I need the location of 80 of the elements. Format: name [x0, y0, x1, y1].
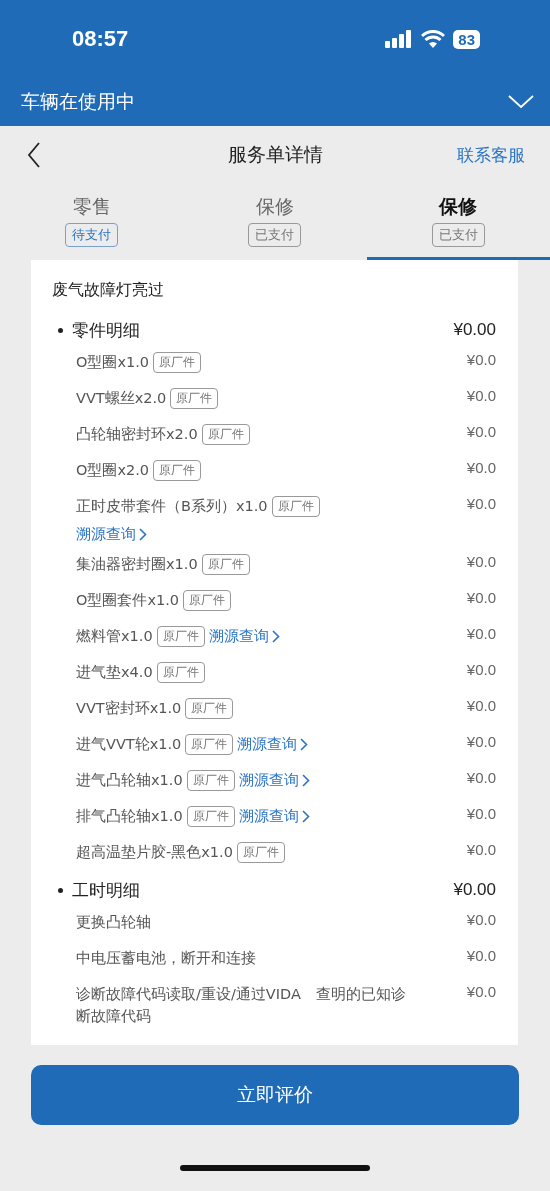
payment-status-badge: 待支付	[65, 223, 119, 247]
payment-status-badge: 已支付	[431, 223, 485, 247]
item-price: ¥0.0	[466, 733, 496, 750]
oem-badge: 原厂件	[153, 459, 202, 481]
oem-badge: 原厂件	[271, 495, 320, 517]
item-price: ¥0.0	[466, 769, 496, 786]
item-name: 更换凸轮轴	[76, 913, 151, 932]
order-tab[interactable]: 零售 待支付	[0, 184, 184, 260]
oem-badge: 原厂件	[186, 769, 235, 791]
item-price: ¥0.0	[466, 351, 496, 368]
item-name: 进气凸轮轴x1.0	[76, 771, 183, 790]
wifi-icon	[421, 30, 446, 48]
item-price: ¥0.0	[466, 661, 496, 678]
status-time: 08:57	[72, 26, 129, 52]
item-price: ¥0.0	[466, 697, 496, 714]
bullet-icon	[58, 327, 63, 333]
section-total: ¥0.00	[453, 320, 496, 340]
item-name: 燃料管x1.0	[76, 627, 153, 646]
chevron-right-icon	[139, 527, 147, 541]
section-title: 零件明细	[72, 318, 140, 342]
item-name: 诊断故障代码读取/重设/通过VIDA 查明的已知诊断故障代码	[76, 985, 406, 1026]
back-icon[interactable]	[27, 142, 41, 168]
item-price: ¥0.0	[466, 841, 496, 858]
item-price: ¥0.0	[466, 911, 496, 928]
contact-service-link[interactable]: 联系客服	[457, 143, 525, 167]
item-name: 进气VVT轮x1.0	[76, 735, 182, 754]
item-name: 超高温垫片胶-黑色x1.0	[76, 843, 233, 862]
oem-badge: 原厂件	[170, 387, 219, 409]
battery-level: 83	[453, 29, 480, 49]
item-name: 排气凸轮轴x1.0	[76, 807, 183, 826]
trace-query-link[interactable]: 溯源查询	[76, 523, 147, 545]
item-name: O型圈x1.0	[76, 353, 150, 372]
bullet-icon	[58, 887, 63, 893]
oem-badge: 原厂件	[156, 625, 205, 647]
item-name: 中电压蓄电池，断开和连接	[76, 949, 256, 968]
item-price: ¥0.0	[466, 459, 496, 476]
item-name: VVT螺丝x2.0	[76, 389, 167, 408]
chevron-right-icon	[301, 773, 310, 787]
chevron-right-icon	[300, 737, 309, 751]
item-price: ¥0.0	[466, 495, 496, 512]
chevron-right-icon	[301, 809, 310, 823]
page-title: 服务单详情	[227, 142, 323, 167]
item-price: ¥0.0	[466, 625, 496, 642]
oem-badge: 原厂件	[185, 697, 234, 719]
item-price: ¥0.0	[466, 947, 496, 964]
item-price: ¥0.0	[466, 387, 496, 404]
trace-query-link[interactable]: 溯源查询	[238, 805, 310, 827]
oem-badge: 原厂件	[183, 589, 232, 611]
oem-badge: 原厂件	[201, 423, 250, 445]
oem-badge: 原厂件	[201, 553, 250, 575]
oem-badge: 原厂件	[186, 805, 235, 827]
oem-badge: 原厂件	[185, 733, 234, 755]
fault-title: 废气故障灯亮过	[52, 280, 165, 301]
chevron-right-icon	[271, 629, 280, 643]
trace-query-link[interactable]: 溯源查询	[238, 769, 310, 791]
order-tab[interactable]: 保修 已支付	[183, 184, 367, 260]
item-price: ¥0.0	[466, 423, 496, 440]
payment-status-badge: 已支付	[248, 223, 302, 247]
chevron-down-icon[interactable]	[508, 95, 534, 109]
oem-badge: 原厂件	[156, 661, 205, 683]
trace-query-link[interactable]: 溯源查询	[208, 625, 280, 647]
item-name: 进气垫x4.0	[76, 663, 153, 682]
item-price: ¥0.0	[466, 553, 496, 570]
banner-title: 车辆在使用中	[21, 89, 135, 114]
item-price: ¥0.0	[466, 805, 496, 822]
item-price: ¥0.0	[466, 983, 496, 1000]
signal-icon	[385, 30, 414, 48]
item-name: 凸轮轴密封环x2.0	[76, 425, 198, 444]
item-price: ¥0.0	[466, 589, 496, 606]
oem-badge: 原厂件	[153, 351, 202, 373]
item-name: O型圈x2.0	[76, 461, 150, 480]
item-name: VVT密封环x1.0	[76, 699, 182, 718]
oem-badge: 原厂件	[236, 841, 285, 863]
item-name: 正时皮带套件（B系列）x1.0	[76, 497, 268, 516]
section-title: 工时明细	[72, 878, 140, 902]
item-name: O型圈套件x1.0	[76, 591, 180, 610]
rate-button[interactable]: 立即评价	[31, 1065, 519, 1125]
trace-query-link[interactable]: 溯源查询	[237, 733, 309, 755]
section-total: ¥0.00	[453, 880, 496, 900]
item-name: 集油器密封圈x1.0	[76, 555, 198, 574]
